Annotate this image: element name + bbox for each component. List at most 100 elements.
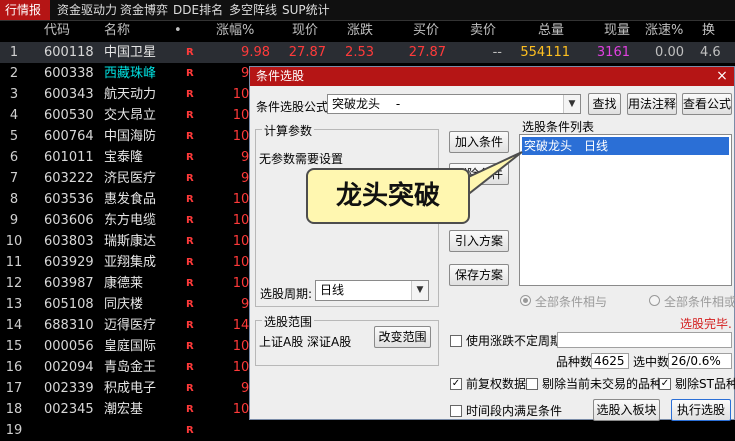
use-period-label: 使用涨跌不定周期 xyxy=(466,334,563,348)
stock-code: 600338 xyxy=(44,66,94,81)
margin-badge: R xyxy=(186,68,194,79)
row-number: 9 xyxy=(9,213,19,228)
selected-field: 26/0.6% xyxy=(668,353,732,369)
stock-code: 603803 xyxy=(44,234,94,249)
chevron-down-icon[interactable]: ▼ xyxy=(411,281,428,300)
usage-notes-button[interactable]: 用法注释 xyxy=(627,93,677,115)
import-plan-button[interactable]: 引入方案 xyxy=(449,230,509,252)
row-number: 4 xyxy=(9,108,19,123)
col-buy[interactable]: 买价 xyxy=(413,21,439,41)
period-satisfy-checkbox[interactable] xyxy=(450,405,462,417)
remove-untraded-label: 剔除当前未交易的品种 xyxy=(542,377,663,391)
col-now[interactable]: 现量 xyxy=(604,21,630,41)
col-vol[interactable]: 总量 xyxy=(538,21,564,41)
table-row[interactable]: 19 R xyxy=(0,420,735,441)
view-formula-button[interactable]: 查看公式 xyxy=(682,93,732,115)
radio-and[interactable] xyxy=(520,295,531,306)
execute-button[interactable]: 执行选股 xyxy=(671,399,731,421)
period-field[interactable] xyxy=(557,332,732,348)
stock-code: 600343 xyxy=(44,87,94,102)
col-pct[interactable]: 涨幅% xyxy=(216,21,254,41)
selected-value: 26/0.6% xyxy=(671,354,721,368)
find-button[interactable]: 查找 xyxy=(588,93,621,115)
stock-name: 同庆楼 xyxy=(104,297,144,312)
col-speed[interactable]: 涨速% xyxy=(645,21,683,41)
stock-name: 皇庭国际 xyxy=(104,339,157,354)
row-number: 7 xyxy=(9,171,19,186)
params-group-title: 计算参数 xyxy=(262,122,315,139)
stock-name: 康德莱 xyxy=(104,276,144,291)
col-name[interactable]: 名称 xyxy=(104,21,130,41)
stock-code: 000056 xyxy=(44,339,94,354)
formula-select[interactable]: 突破龙头 - ▼ xyxy=(327,94,581,114)
stock-code: 600118 xyxy=(44,45,94,60)
callout-label: 龙头突破 xyxy=(306,168,470,224)
list-item[interactable]: 突破龙头 日线 xyxy=(522,137,729,155)
condition-list-title: 选股条件列表 xyxy=(522,120,595,134)
margin-badge: R xyxy=(186,173,194,184)
stock-name: 中国海防 xyxy=(104,129,157,144)
add-condition-button[interactable]: 加入条件 xyxy=(449,131,509,153)
margin-badge: R xyxy=(186,47,194,58)
col-turn[interactable]: 换手% xyxy=(702,21,735,58)
tab-fund-game[interactable]: 资金博弈 xyxy=(115,0,173,20)
change-pct: 9.98 xyxy=(241,45,270,60)
row-number: 8 xyxy=(9,192,19,207)
period-satisfy-label: 时间段内满足条件 xyxy=(466,404,563,418)
condition-list[interactable]: 突破龙头 日线 xyxy=(519,134,732,286)
radio-and-label: 全部条件相与 xyxy=(535,295,608,309)
stock-code: 688310 xyxy=(44,318,94,333)
range-group-title: 选股范围 xyxy=(262,313,315,330)
remove-untraded-checkbox[interactable] xyxy=(526,378,538,390)
close-icon[interactable]: × xyxy=(714,67,730,86)
save-plan-button[interactable]: 保存方案 xyxy=(449,264,509,286)
col-sell[interactable]: 卖价 xyxy=(470,21,496,41)
stock-code: 603536 xyxy=(44,192,94,207)
table-row[interactable]: 1 600118 中国卫星 R 9.98 27.87 2.53 27.87 -- 554111 31… xyxy=(0,42,735,63)
margin-badge: R xyxy=(186,341,194,352)
chevron-down-icon[interactable]: ▼ xyxy=(563,95,580,113)
speed-pct: 0.00 xyxy=(655,45,684,60)
margin-badge: R xyxy=(186,110,194,121)
margin-badge: R xyxy=(186,320,194,331)
stock-name: 瑞斯康达 xyxy=(104,234,157,249)
tab-sup-stats[interactable]: SUP统计 xyxy=(277,0,335,20)
row-number: 6 xyxy=(9,150,19,165)
row-number: 5 xyxy=(9,129,19,144)
col-code[interactable]: 代码 xyxy=(44,21,70,41)
margin-badge: R xyxy=(186,89,194,100)
tab-fund-drive[interactable]: 资金驱动力 xyxy=(52,0,122,20)
row-number: 16 xyxy=(5,360,23,375)
radio-or[interactable] xyxy=(649,295,660,306)
stock-code: 603929 xyxy=(44,255,94,270)
margin-badge: R xyxy=(186,362,194,373)
adjust-checkbox[interactable]: ✓ xyxy=(450,378,462,390)
stock-code: 002345 xyxy=(44,402,94,417)
tab-quotes[interactable]: 行情报价 xyxy=(0,0,50,37)
to-block-button[interactable]: 选股入板块 xyxy=(593,399,660,421)
stock-code: 603222 xyxy=(44,171,94,186)
use-period-checkbox[interactable] xyxy=(450,335,462,347)
row-number: 2 xyxy=(9,66,19,81)
margin-badge: R xyxy=(186,257,194,268)
count-field: 4625 xyxy=(591,353,629,369)
stock-name: 东方电缆 xyxy=(104,213,157,228)
selected-label: 选中数 xyxy=(633,355,670,369)
change-range-button[interactable]: 改变范围 xyxy=(374,326,431,348)
stock-code: 605108 xyxy=(44,297,94,312)
range-text: 上证A股 深证A股 xyxy=(259,335,352,349)
stock-name: 迈得医疗 xyxy=(104,318,157,333)
tab-dde-rank[interactable]: DDE排名 xyxy=(168,0,228,20)
stock-code: 002094 xyxy=(44,360,94,375)
period-select[interactable]: 日线 ▼ xyxy=(315,280,429,301)
stock-name: 中国卫星 xyxy=(104,45,157,60)
stock-code: 603606 xyxy=(44,213,94,228)
remove-st-checkbox[interactable]: ✓ xyxy=(659,378,671,390)
dialog-title: 条件选股 xyxy=(256,69,305,83)
row-number: 19 xyxy=(5,423,23,438)
col-price[interactable]: 现价 xyxy=(292,21,318,41)
dialog-title-bar[interactable]: 条件选股 × xyxy=(250,67,734,86)
tab-long-short[interactable]: 多空阵线 xyxy=(224,0,282,20)
col-chg[interactable]: 涨跌 xyxy=(347,21,373,41)
margin-badge: R xyxy=(186,278,194,289)
